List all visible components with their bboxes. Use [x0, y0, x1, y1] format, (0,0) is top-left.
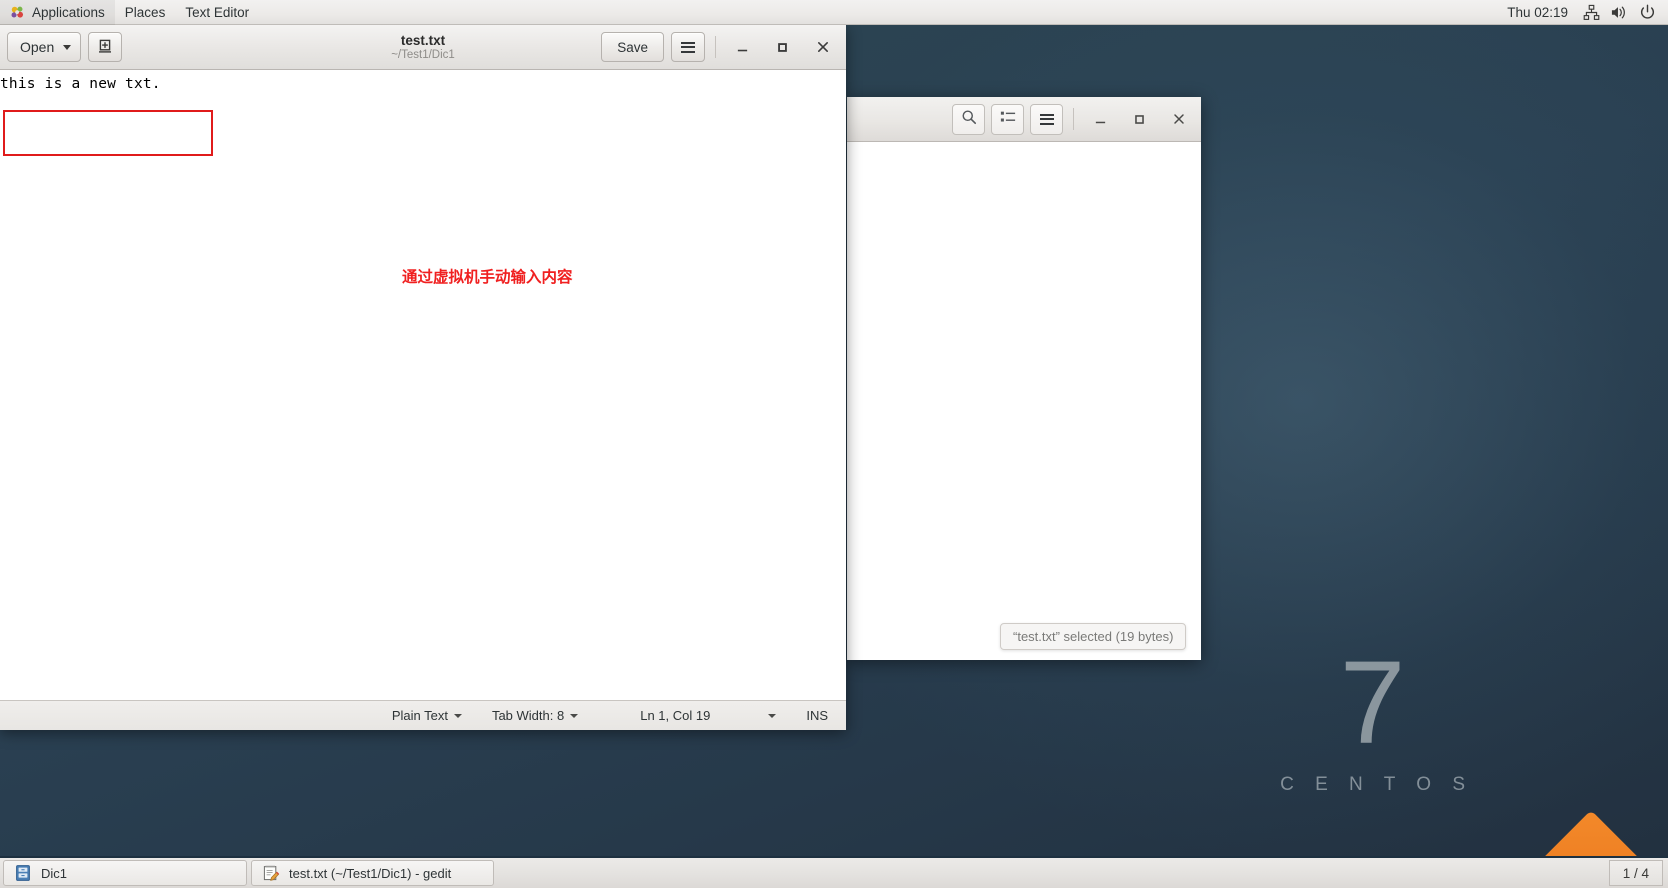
annotation-label: 通过虚拟机手动输入内容 — [402, 268, 573, 286]
chevron-down-icon — [570, 713, 579, 718]
open-button-label: Open — [20, 39, 55, 55]
hamburger-menu-icon — [681, 41, 695, 53]
header-separator — [715, 36, 716, 58]
language-selector[interactable]: Plain Text — [392, 708, 462, 723]
save-button[interactable]: Save — [601, 32, 664, 62]
language-label: Plain Text — [391, 708, 448, 723]
tab-width-label: Tab Width: 8 — [491, 708, 565, 723]
applications-menu[interactable]: Applications — [0, 0, 115, 25]
text-editor-header-actions: Save — [601, 31, 839, 63]
centos-logo-wordmark: C E N T O S — [1280, 774, 1473, 795]
hamburger-menu-icon — [1039, 113, 1054, 125]
chevron-down-icon — [63, 44, 72, 50]
active-application-label: Text Editor — [185, 4, 250, 20]
file-manager-maximize-button[interactable] — [1123, 103, 1156, 135]
network-icon[interactable] — [1578, 0, 1604, 25]
insert-mode-indicator: INS — [806, 708, 828, 723]
document-text[interactable]: this is a new txt. — [0, 76, 161, 92]
text-editor-window: Open test.txt ~/Test1/Dic1 Save this is … — [0, 25, 846, 730]
clock[interactable]: Thu 02:19 — [1499, 5, 1576, 20]
applications-menu-label: Applications — [32, 4, 105, 20]
gedit-icon — [262, 864, 280, 882]
text-editor-document-area[interactable]: this is a new txt. 通过虚拟机手动输入内容 — [0, 70, 846, 700]
taskbar-item-label: test.txt (~/Test1/Dic1) - gedit — [289, 865, 452, 881]
file-manager-menu-button[interactable] — [1030, 103, 1063, 135]
file-manager-window: “test.txt” selected (19 bytes) — [847, 97, 1201, 660]
header-separator — [1073, 108, 1074, 130]
taskbar-item-gedit[interactable]: test.txt (~/Test1/Dic1) - gedit — [251, 860, 494, 886]
new-document-button[interactable] — [88, 32, 123, 62]
chevron-down-icon — [453, 713, 462, 718]
file-manager-status-label: “test.txt” selected (19 bytes) — [1000, 623, 1187, 650]
save-button-label: Save — [617, 39, 648, 55]
cursor-position-label: Ln 1, Col 19 — [640, 708, 711, 723]
power-icon[interactable] — [1634, 0, 1660, 25]
centos-logo: 7 C E N T O S — [1272, 644, 1473, 796]
places-menu-label: Places — [124, 4, 166, 20]
new-document-icon — [96, 37, 114, 58]
volume-icon[interactable] — [1606, 0, 1632, 25]
search-button[interactable] — [952, 103, 985, 135]
search-icon — [961, 109, 977, 130]
active-application-menu[interactable]: Text Editor — [175, 0, 259, 25]
annotation-highlight-box — [3, 110, 213, 156]
text-editor-statusbar: Plain Text Tab Width: 8 Ln 1, Col 19 INS — [0, 700, 846, 730]
text-editor-minimize-button[interactable] — [726, 31, 759, 63]
file-manager-icon — [14, 864, 32, 882]
system-tray: Thu 02:19 — [1499, 0, 1668, 25]
top-panel: Applications Places Text Editor Thu 02:1… — [0, 0, 1668, 25]
tab-width-selector[interactable]: Tab Width: 8 — [491, 708, 579, 723]
centos-logo-number: 7 — [1339, 637, 1406, 769]
cursor-position-indicator: Ln 1, Col 19 — [640, 708, 710, 723]
taskbar-item-label: Dic1 — [41, 865, 68, 881]
file-manager-minimize-button[interactable] — [1084, 103, 1117, 135]
taskbar-item-dic1[interactable]: Dic1 — [3, 860, 247, 886]
gnome-foot-icon — [10, 5, 25, 20]
places-menu[interactable]: Places — [115, 0, 176, 25]
text-editor-menu-button[interactable] — [671, 32, 705, 62]
text-editor-close-button[interactable] — [806, 31, 839, 63]
list-view-icon — [1000, 110, 1016, 129]
file-manager-headerbar — [847, 97, 1201, 142]
file-manager-close-button[interactable] — [1162, 103, 1195, 135]
window-list-taskbar: Dic1 test.txt (~/Test1/Dic1) - gedit 1 /… — [0, 856, 1668, 888]
chevron-down-icon[interactable] — [768, 713, 777, 718]
file-manager-content-area[interactable]: “test.txt” selected (19 bytes) — [847, 142, 1201, 660]
view-toggle-button[interactable] — [991, 103, 1024, 135]
workspace-switcher[interactable]: 1 / 4 — [1608, 860, 1663, 886]
text-editor-maximize-button[interactable] — [766, 31, 799, 63]
text-editor-headerbar: Open test.txt ~/Test1/Dic1 Save — [0, 25, 846, 70]
open-button[interactable]: Open — [7, 32, 82, 62]
